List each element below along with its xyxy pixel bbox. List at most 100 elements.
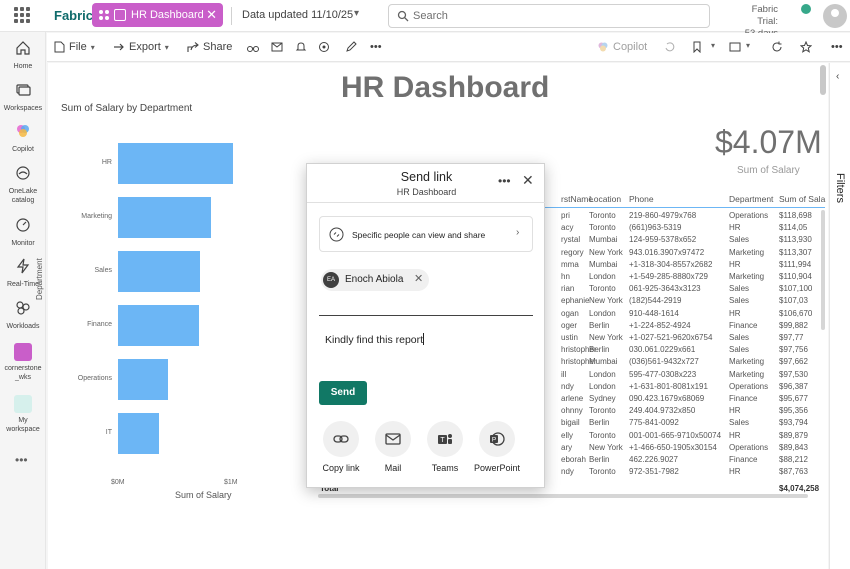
table-row[interactable]: rian Toronto 061-925-3643x3123 Sales $107,10…	[545, 284, 825, 296]
nav-home[interactable]: Home	[0, 40, 46, 71]
more-icon[interactable]: •••	[15, 453, 28, 467]
bell-icon[interactable]	[295, 41, 307, 53]
permission-settings-button[interactable]: Specific people can view and share ›	[319, 216, 533, 252]
table-row[interactable]: ndy London +1-631-801-8081x191 Operations $9…	[545, 382, 825, 394]
chevron-down-icon[interactable]: ▾	[707, 41, 715, 50]
view-icon[interactable]	[729, 41, 741, 53]
report-tab[interactable]: HR Dashboard ✕	[92, 3, 223, 27]
table-row[interactable]: hn London +1-549-285-8880x729 Marketing $110…	[545, 272, 825, 284]
reset-icon[interactable]	[664, 41, 676, 53]
table-row[interactable]: rystal Mumbai 124-959-5378x652 Sales $113,93…	[545, 235, 825, 247]
recipient-input[interactable]	[319, 315, 533, 316]
chevron-down-icon[interactable]: ▾	[742, 41, 750, 50]
bookmark-icon[interactable]	[691, 41, 703, 53]
scrollbar[interactable]	[820, 65, 826, 95]
copilot-icon	[17, 125, 29, 137]
favorite-star-icon[interactable]	[800, 41, 812, 53]
file-menu[interactable]: File ▾	[54, 41, 95, 53]
export-menu[interactable]: Export ▾	[113, 41, 169, 53]
table-cell: oger	[561, 320, 578, 330]
nav-workspace-cornerstone[interactable]: cornerstone _wks	[0, 343, 46, 382]
table-row[interactable]: acy Toronto (661)963-5319 HR $114,05	[545, 223, 825, 235]
more-options-icon[interactable]: •••	[370, 41, 382, 53]
horizontal-scrollbar[interactable]	[318, 494, 808, 498]
total-value: $4,074,258	[779, 484, 820, 493]
table-cell: 090.423.1679x68069	[629, 394, 705, 403]
table-row[interactable]: ndy Toronto 972-351-7982 HR $87,763	[545, 467, 825, 479]
message-field[interactable]: Kindly find this report	[325, 333, 425, 346]
left-nav: Home Workspaces Copilot OneLake catalog …	[0, 32, 46, 569]
insights-icon[interactable]	[318, 41, 330, 53]
more-options-icon[interactable]: •••	[831, 41, 843, 53]
nav-onelake[interactable]: OneLake catalog	[0, 165, 46, 205]
table-row[interactable]: ogan London 910-448-1614 HR $106,670	[545, 309, 825, 321]
table-row[interactable]: hristopher Berlin 030.061.0229x661 Sales $97…	[545, 345, 825, 357]
table-row[interactable]: regory New York 943.016.3907x97472 Marketin…	[545, 248, 825, 260]
table-row[interactable]: ill London 595-477-0308x223 Marketing $97,53…	[545, 370, 825, 382]
data-updated-text[interactable]: Data updated 11/10/25	[242, 9, 353, 21]
table-cell: Finance	[729, 455, 758, 464]
close-tab-icon[interactable]: ✕	[206, 7, 217, 23]
table-row[interactable]: ephanie New York (182)544-2919 Sales $107,03	[545, 296, 825, 308]
table-cell: +1-549-285-8880x729	[629, 272, 708, 281]
table-cell: 001-001-665-9710x50074	[629, 430, 722, 440]
workspace-icon	[14, 343, 32, 361]
subscribe-icon[interactable]	[271, 41, 283, 53]
table-row[interactable]: mma Mumbai +1-318-304-8557x2682 HR $111,994	[545, 260, 825, 272]
more-options-icon[interactable]: •••	[498, 174, 511, 188]
brand-name[interactable]: Fabric	[54, 8, 93, 23]
table-row[interactable]: arlene Sydney 090.423.1679x68069 Finance $95…	[545, 394, 825, 406]
chevron-down-icon[interactable]: ▾	[354, 8, 359, 19]
chart-bar[interactable]	[118, 359, 168, 400]
table-row[interactable]: oger Berlin +1-224-852-4924 Finance $99,882	[545, 321, 825, 333]
column-header[interactable]: Sum of Sala	[779, 194, 825, 204]
edit-icon[interactable]	[345, 41, 357, 53]
column-header[interactable]: Location	[589, 194, 621, 204]
filters-pane[interactable]: ‹ Filters	[829, 63, 850, 569]
column-header[interactable]: Department	[729, 194, 773, 204]
chart-bar[interactable]	[118, 143, 234, 184]
table-cell: Mumbai	[589, 357, 618, 367]
vertical-scrollbar[interactable]	[821, 210, 825, 330]
table-cell: regory	[561, 247, 584, 257]
table-row[interactable]: elly Toronto 001-001-665-9710x50074 HR $89,8…	[545, 431, 825, 443]
search-input[interactable]: Search	[388, 4, 710, 28]
nav-workloads[interactable]: Workloads	[0, 300, 46, 331]
table-cell: New York	[589, 296, 623, 306]
table-cell: Sales	[729, 333, 750, 342]
close-icon[interactable]: ✕	[522, 172, 534, 189]
remove-recipient-icon[interactable]: ✕	[414, 272, 423, 285]
table-row[interactable]: bigail Berlin 775-841-0092 Sales $93,794	[545, 418, 825, 430]
table-cell: Marketing	[729, 357, 765, 367]
recipient-chip[interactable]: EA Enoch Abiola ✕	[321, 269, 429, 291]
chart-bar[interactable]	[118, 197, 211, 238]
table-row[interactable]: eborah Berlin 462.226.9027 Finance $88,212	[545, 455, 825, 467]
nav-copilot[interactable]: Copilot	[0, 123, 46, 154]
nav-my-workspace[interactable]: My workspace	[0, 395, 46, 434]
chart-bar[interactable]	[118, 413, 159, 454]
copilot-button[interactable]: Copilot	[597, 41, 647, 53]
share-button[interactable]: Share	[187, 41, 232, 53]
powerpoint-button[interactable]: P PowerPoint	[467, 421, 527, 473]
table-row[interactable]: ohnny Toronto 249.404.9732x850 HR $95,356	[545, 406, 825, 418]
teams-button[interactable]: T Teams	[415, 421, 475, 473]
refresh-icon[interactable]	[771, 41, 783, 53]
mail-button[interactable]: Mail	[363, 421, 423, 473]
table-row[interactable]: pri Toronto 219-860-4979x768 Operations $118…	[545, 211, 825, 223]
chart-bar[interactable]	[118, 251, 201, 292]
column-header[interactable]: Phone	[629, 194, 654, 204]
collapse-icon[interactable]: ‹	[836, 71, 839, 82]
nav-copilot-label: Copilot	[12, 146, 34, 153]
app-launcher-icon[interactable]	[14, 7, 30, 23]
nav-workspaces[interactable]: Workspaces	[0, 82, 46, 113]
avatar[interactable]	[823, 4, 847, 28]
table-row[interactable]: ary New York +1-466-650-1905x30154 Operatio…	[545, 443, 825, 455]
table-cell: Berlin	[589, 345, 610, 355]
nav-monitor[interactable]: Monitor	[0, 217, 46, 248]
send-button[interactable]: Send	[319, 381, 367, 405]
binoculars-icon[interactable]	[247, 41, 259, 53]
chart-bar[interactable]	[118, 305, 200, 346]
table-row[interactable]: hristopher Mumbai (036)561-9432x727 Marketi…	[545, 357, 825, 369]
copy-link-button[interactable]: Copy link	[311, 421, 371, 473]
table-row[interactable]: ustin New York +1-027-521-9620x6754 Sales $9…	[545, 333, 825, 345]
